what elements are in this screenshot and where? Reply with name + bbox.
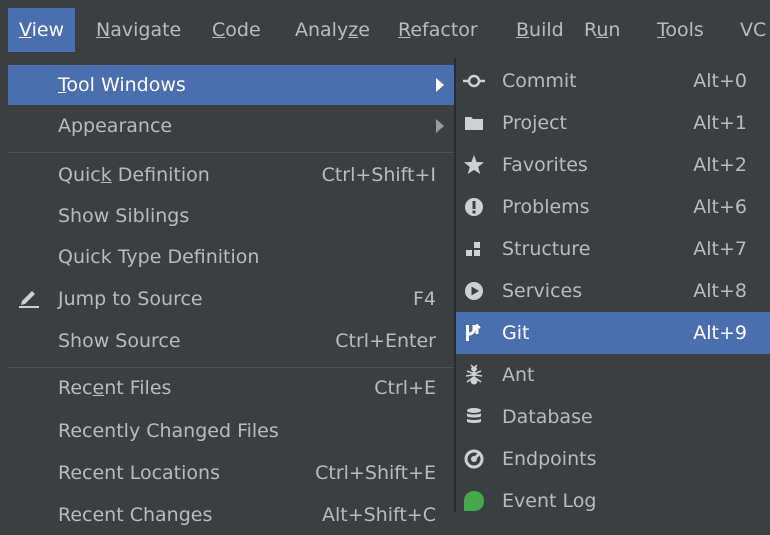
menu-vcs[interactable]: VC [740,8,766,52]
menu-code[interactable]: Code [212,8,261,52]
menu-item-show-siblings[interactable]: Show Siblings [8,196,454,236]
view-menu-dropdown: Tool Windows Appearance Quick Definition… [8,58,455,526]
submenu-arrow-icon [436,119,444,133]
menu-run[interactable]: Run [584,8,620,52]
structure-icon [462,237,486,261]
menu-bar: View Navigate Code Analyze Refactor Buil… [0,0,770,58]
commit-icon [462,69,486,93]
menu-item-show-source[interactable]: Show Source Ctrl+Enter [8,321,454,361]
submenu-item-structure[interactable]: Structure Alt+7 [456,228,770,270]
menu-tools[interactable]: Tools [657,8,704,52]
submenu-item-project[interactable]: Project Alt+1 [456,102,770,144]
folder-icon [462,111,486,135]
tool-windows-submenu: Commit Alt+0 Project Alt+1 Favorites Alt… [455,58,770,512]
submenu-item-git[interactable]: Git Alt+9 [456,312,770,354]
menu-separator [8,152,454,153]
submenu-item-problems[interactable]: Problems Alt+6 [456,186,770,228]
menu-item-appearance[interactable]: Appearance [8,106,454,146]
ant-icon [462,363,486,387]
menu-item-recent-changes[interactable]: Recent Changes Alt+Shift+C [8,495,454,535]
menu-item-recent-files[interactable]: Recent Files Ctrl+E [8,368,454,408]
submenu-item-commit[interactable]: Commit Alt+0 [456,60,770,102]
menu-item-recent-locations[interactable]: Recent Locations Ctrl+Shift+E [8,453,454,493]
menu-navigate[interactable]: Navigate [96,8,181,52]
menu-item-quick-definition[interactable]: Quick Definition Ctrl+Shift+I [8,155,454,195]
submenu-item-database[interactable]: Database [456,396,770,438]
submenu-item-endpoints[interactable]: Endpoints [456,438,770,480]
endpoints-icon [462,447,486,471]
git-icon [462,321,486,345]
submenu-item-ant[interactable]: Ant [456,354,770,396]
submenu-item-event-log[interactable]: Event Log [456,480,770,522]
pencil-icon [18,289,42,309]
menu-item-jump-to-source[interactable]: Jump to Source F4 [8,279,454,319]
event-log-icon [462,489,486,513]
menu-item-quick-type-definition[interactable]: Quick Type Definition [8,237,454,277]
database-icon [462,405,486,429]
menu-item-tool-windows[interactable]: Tool Windows [8,65,454,105]
menu-view[interactable]: View [8,8,76,52]
menu-item-recently-changed-files[interactable]: Recently Changed Files [8,411,454,451]
submenu-arrow-icon [436,78,444,92]
services-icon [462,279,486,303]
problems-icon [462,195,486,219]
submenu-item-favorites[interactable]: Favorites Alt+2 [456,144,770,186]
menu-analyze[interactable]: Analyze [295,8,370,52]
star-icon [462,153,486,177]
menu-build[interactable]: Build [516,8,564,52]
menu-refactor[interactable]: Refactor [398,8,478,52]
submenu-item-services[interactable]: Services Alt+8 [456,270,770,312]
